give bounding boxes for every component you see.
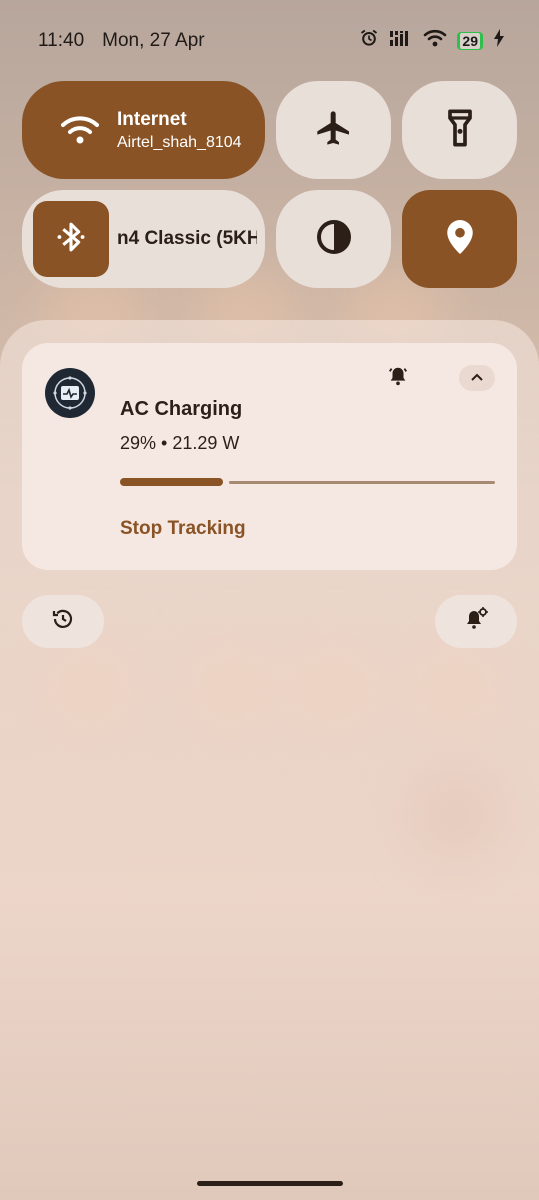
charge-progress-fill	[120, 478, 223, 486]
notification-settings-icon	[463, 606, 489, 637]
date: Mon, 27 Apr	[102, 30, 205, 51]
notification-subtitle: 29% • 21.29 W	[120, 433, 240, 453]
notification-settings-button[interactable]	[435, 595, 517, 648]
battery-icon: 29	[457, 32, 483, 50]
alarm-icon	[359, 28, 379, 54]
flashlight-tile[interactable]	[402, 81, 517, 179]
clock: 11:40	[38, 30, 85, 51]
wifi-icon	[50, 114, 110, 146]
charging-bolt-icon	[493, 29, 505, 53]
charging-notification[interactable]: AC Charging 29% • 21.29 W Stop Tracking	[22, 343, 517, 570]
notification-title: AC Charging	[120, 398, 243, 420]
airplane-icon	[314, 108, 354, 153]
internet-network-name: Airtel_shah_8104	[117, 133, 242, 151]
bluetooth-toggle[interactable]	[33, 201, 109, 277]
bluetooth-tile[interactable]: n4 Classic (5KH	[22, 190, 265, 288]
location-tile[interactable]	[402, 190, 517, 288]
wifi-icon	[423, 29, 447, 53]
internet-tile[interactable]: Internet Airtel_shah_8104	[22, 81, 265, 179]
battery-level: 29	[460, 33, 480, 49]
location-icon	[443, 217, 477, 262]
flashlight-icon	[443, 108, 477, 153]
signal-icon	[389, 29, 413, 53]
notification-history-button[interactable]	[22, 595, 104, 648]
bell-alert-icon	[387, 365, 409, 392]
contrast-icon	[314, 217, 354, 262]
chevron-up-icon	[470, 369, 484, 387]
stop-tracking-button[interactable]: Stop Tracking	[120, 518, 246, 540]
status-bar: 11:40 Mon, 27 Apr 29	[38, 26, 505, 56]
home-indicator[interactable]	[197, 1181, 343, 1186]
app-icon	[45, 368, 95, 418]
dark-theme-tile[interactable]	[276, 190, 391, 288]
bluetooth-icon	[55, 219, 87, 260]
charge-progress-track	[229, 481, 495, 484]
airplane-mode-tile[interactable]	[276, 81, 391, 179]
history-icon	[51, 607, 75, 636]
internet-title: Internet	[117, 108, 187, 130]
status-icons: 29	[359, 28, 505, 54]
bluetooth-device-name: n4 Classic (5KH	[117, 228, 257, 249]
collapse-button[interactable]	[459, 365, 495, 391]
